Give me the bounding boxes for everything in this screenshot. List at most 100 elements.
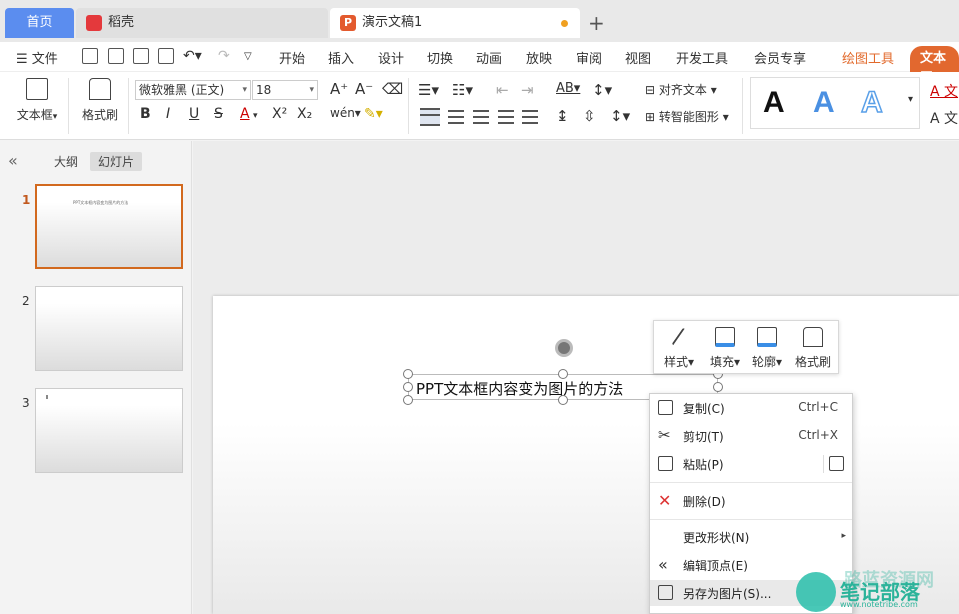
mini-format-painter-button[interactable]: 格式刷 — [790, 321, 836, 375]
rotate-handle-icon[interactable] — [555, 339, 573, 357]
menu-animation[interactable]: 动画 — [476, 48, 502, 67]
highlight-icon[interactable]: ✎▾ — [364, 106, 383, 122]
menu-developer[interactable]: 开发工具 — [676, 48, 728, 67]
resize-handle[interactable] — [403, 382, 413, 392]
redo-icon[interactable]: ↷ — [218, 48, 230, 64]
decrease-indent-icon[interactable]: ⇤ — [496, 81, 509, 99]
new-tab-button[interactable]: + — [588, 10, 605, 36]
paragraph-spacing-icon[interactable]: ⇳ — [583, 107, 596, 125]
menu-drawing-tools[interactable]: 绘图工具 — [842, 48, 894, 67]
text-outline-icon[interactable]: A 文 — [930, 108, 958, 128]
slide-thumbnail-1[interactable]: PPT文本框内容变为图片的方法 — [35, 184, 183, 269]
resize-handle[interactable] — [713, 382, 723, 392]
line-spacing-icon[interactable]: ↨ — [556, 107, 569, 125]
fill-bucket-icon — [715, 327, 735, 347]
tab-document[interactable]: P 演示文稿1 — [330, 8, 580, 38]
distribute-icon[interactable] — [522, 110, 538, 124]
menu-item-copy[interactable]: 复制(C) Ctrl+C — [650, 395, 852, 421]
resize-handle[interactable] — [403, 369, 413, 379]
tab-outline[interactable]: 大纲 — [46, 152, 86, 171]
copy-icon — [658, 400, 673, 415]
menu-slideshow[interactable]: 放映 — [526, 48, 552, 67]
align-center-icon[interactable] — [448, 110, 464, 124]
increase-indent-icon[interactable]: ⇥ — [521, 81, 534, 99]
menu-bar: ☰ 文件 ↶▾ ↷ ▽ 开始 插入 设计 切换 动画 放映 审阅 视图 开发工具… — [0, 42, 959, 86]
shape-style-button[interactable]: 样式▾ — [656, 321, 702, 375]
quick-access-more-icon[interactable]: ▽ — [244, 51, 252, 62]
bold-icon[interactable]: B — [140, 106, 151, 122]
print-preview-icon[interactable] — [158, 48, 174, 64]
underline-icon[interactable]: U — [189, 106, 199, 122]
sort-icon[interactable]: ↕▾ — [592, 81, 612, 99]
bullet-list-icon[interactable]: ☰▾ — [418, 81, 439, 99]
menu-view[interactable]: 视图 — [625, 48, 651, 67]
textbox-content[interactable]: PPT文本框内容变为图片的方法 — [416, 378, 623, 399]
slide-thumbnail-2[interactable] — [35, 286, 183, 371]
menu-item-paste[interactable]: 粘贴(P) — [650, 451, 852, 477]
outline-button[interactable]: 轮廓▾ — [744, 321, 790, 375]
line-spacing-dropdown-icon[interactable]: ↕▾ — [610, 107, 630, 125]
slide-thumbnail-3[interactable] — [35, 388, 183, 473]
export-pdf-icon[interactable] — [108, 48, 124, 64]
subscript-icon[interactable]: X₂ — [297, 106, 312, 122]
phonetic-icon[interactable]: wén▾ — [330, 106, 361, 120]
font-name-select[interactable]: 微软雅黑 (正文) ▾ — [135, 80, 251, 100]
menu-start[interactable]: 开始 — [279, 48, 305, 67]
menu-member[interactable]: 会员专享 — [754, 48, 806, 67]
daoke-logo-icon — [86, 15, 102, 31]
italic-icon[interactable]: I — [166, 106, 170, 122]
watermark-logo: 路蓝资源网 笔记部落 www.notetribe.com — [796, 570, 959, 614]
numbered-list-icon[interactable]: ☷▾ — [452, 81, 473, 99]
resize-handle[interactable] — [558, 395, 568, 405]
tab-daoke[interactable]: 稻壳 — [76, 8, 328, 38]
justify-icon[interactable] — [498, 110, 514, 124]
unsaved-dot-icon — [561, 20, 568, 27]
save-icon[interactable] — [82, 48, 98, 64]
font-size-select[interactable]: 18 ▾ — [252, 80, 318, 100]
font-color-icon[interactable]: A — [240, 106, 250, 122]
menu-insert[interactable]: 插入 — [328, 48, 354, 67]
menu-design[interactable]: 设计 — [378, 48, 404, 67]
smart-shape-button[interactable]: ⊞ 转智能图形 ▾ — [645, 108, 729, 125]
menu-transition[interactable]: 切换 — [427, 48, 453, 67]
tab-daoke-label: 稻壳 — [108, 15, 135, 30]
change-shape-label: 更改形状(N) — [683, 531, 750, 545]
resize-handle[interactable] — [403, 395, 413, 405]
menu-item-change-shape[interactable]: 更改形状(N) ▸ — [650, 524, 852, 550]
fill-button[interactable]: 填充▾ — [702, 321, 748, 375]
decrease-font-icon[interactable]: A⁻ — [355, 80, 373, 98]
clear-format-icon[interactable]: ⌫ — [382, 80, 403, 98]
text-direction-icon[interactable]: AB▾ — [556, 81, 580, 96]
menu-item-delete[interactable]: ✕ 删除(D) — [650, 488, 852, 514]
menu-item-cut[interactable]: ✂ 剪切(T) Ctrl+X — [650, 423, 852, 449]
undo-icon[interactable]: ↶▾ — [183, 48, 202, 64]
collapse-panel-icon[interactable]: « — [8, 151, 18, 170]
align-right-icon[interactable] — [473, 110, 489, 124]
cut-shortcut: Ctrl+X — [798, 428, 838, 442]
align-left-icon[interactable] — [420, 108, 440, 126]
copy-label: 复制(C) — [683, 402, 725, 416]
align-text-button[interactable]: ⊟ 对齐文本 ▾ — [645, 81, 717, 98]
file-menu[interactable]: ☰ 文件 — [16, 48, 58, 67]
superscript-icon[interactable]: X² — [272, 106, 287, 122]
textbox-button[interactable]: 文本框▾ — [12, 78, 62, 123]
format-painter-button[interactable]: 格式刷 — [78, 78, 122, 123]
outline-icon — [757, 327, 777, 347]
paste-special-icon[interactable] — [829, 456, 844, 471]
print-icon[interactable] — [133, 48, 149, 64]
increase-font-icon[interactable]: A⁺ — [330, 80, 348, 98]
font-color-dropdown-icon[interactable]: ▾ — [253, 111, 258, 121]
resize-handle[interactable] — [558, 369, 568, 379]
tab-slides[interactable]: 幻灯片 — [90, 152, 143, 171]
text-style-blue[interactable]: A — [813, 86, 835, 120]
text-style-outline[interactable]: A — [860, 85, 883, 120]
gallery-more-icon[interactable]: ▾ — [908, 94, 913, 105]
slide-thumbnail-title: PPT文本框内容变为图片的方法 — [73, 200, 129, 205]
strikethrough-icon[interactable]: S — [214, 106, 223, 122]
text-fill-icon[interactable]: A 文 — [930, 81, 958, 101]
menu-divider — [650, 482, 852, 483]
thumbnail-mark — [46, 395, 48, 399]
text-style-black[interactable]: A — [763, 86, 785, 120]
menu-review[interactable]: 审阅 — [576, 48, 602, 67]
tab-home[interactable]: 首页 — [5, 8, 74, 38]
